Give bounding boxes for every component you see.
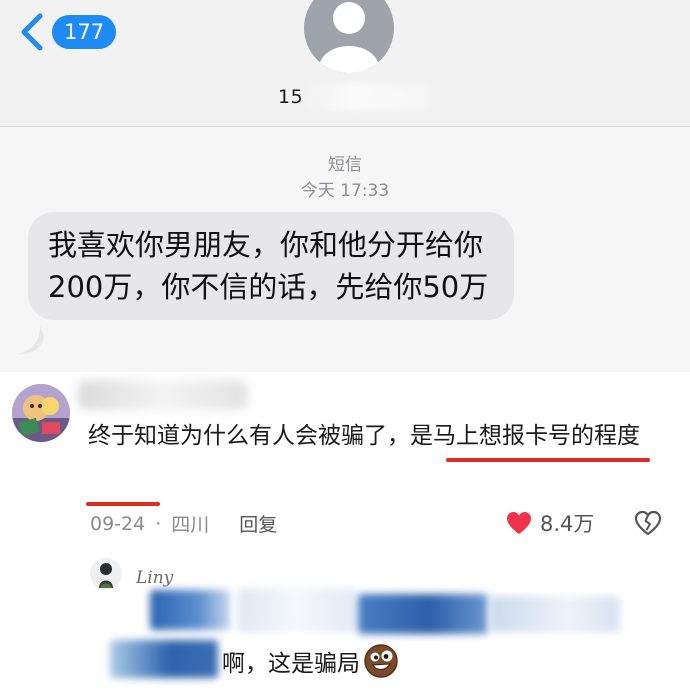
highlight-underline-1	[446, 458, 650, 462]
back-chevron-icon	[21, 13, 43, 51]
unread-badge: 177	[52, 15, 117, 49]
reply-redaction-3	[358, 594, 488, 634]
reply-button[interactable]: 回复	[239, 510, 277, 537]
reply-redaction-5	[110, 640, 218, 678]
comment-text: 终于知道为什么有人会被骗了，是马上想报卡号的程度	[88, 414, 668, 458]
message-bubble: 我喜欢你男朋友，你和他分开给你 200万，你不信的话，先给你50万	[28, 212, 514, 320]
like-button[interactable]: 8.4万	[506, 508, 594, 538]
comment-text-highlighted: 是马上想报卡号的程度	[410, 423, 640, 449]
meta-separator: ·	[155, 512, 162, 535]
reply-redaction-4	[490, 596, 620, 632]
back-button[interactable]: 177	[18, 10, 118, 54]
comment-text-plain: 终于知道为什么有人会被骗了，	[88, 423, 410, 449]
screenshot-page: 177 15 短信 今天 17:33 我喜欢你男朋友，你和他分开给你 200万，…	[0, 0, 690, 690]
phone-number-redaction	[304, 84, 428, 110]
reply-avatar[interactable]	[90, 558, 122, 590]
heart-icon	[507, 512, 531, 534]
reply-redaction-2	[238, 588, 356, 632]
message-timestamp: 今天 17:33	[300, 181, 390, 201]
bubble-tail	[18, 326, 44, 355]
message-source-label: 短信	[328, 155, 362, 175]
comment-meta: 09-24 · 四川 回复	[90, 510, 277, 537]
reply-text-row: 啊，这是骗局	[222, 644, 398, 678]
emoji-icon	[364, 644, 398, 678]
commenter-avatar[interactable]	[12, 384, 70, 442]
comment-location: 四川	[171, 514, 210, 536]
highlight-underline-2	[86, 502, 160, 506]
dislike-broken-heart-icon[interactable]	[634, 510, 662, 536]
sms-header: 177 15	[0, 0, 690, 127]
comment-date: 09-24	[90, 512, 146, 535]
reply-username: Liny	[136, 568, 174, 588]
comment-item: 终于知道为什么有人会被骗了，是马上想报卡号的程度 09-24 · 四川 回复 8…	[0, 372, 690, 690]
reply-redaction-1	[150, 590, 230, 630]
commenter-username-redaction	[78, 380, 248, 410]
reply-text: 啊，这是骗局	[222, 651, 360, 677]
phone-number: 15	[278, 86, 304, 108]
contact-avatar-icon[interactable]	[304, 0, 394, 74]
like-count: 8.4万	[540, 512, 595, 536]
sms-screenshot: 177 15 短信 今天 17:33 我喜欢你男朋友，你和他分开给你 200万，…	[0, 0, 690, 372]
